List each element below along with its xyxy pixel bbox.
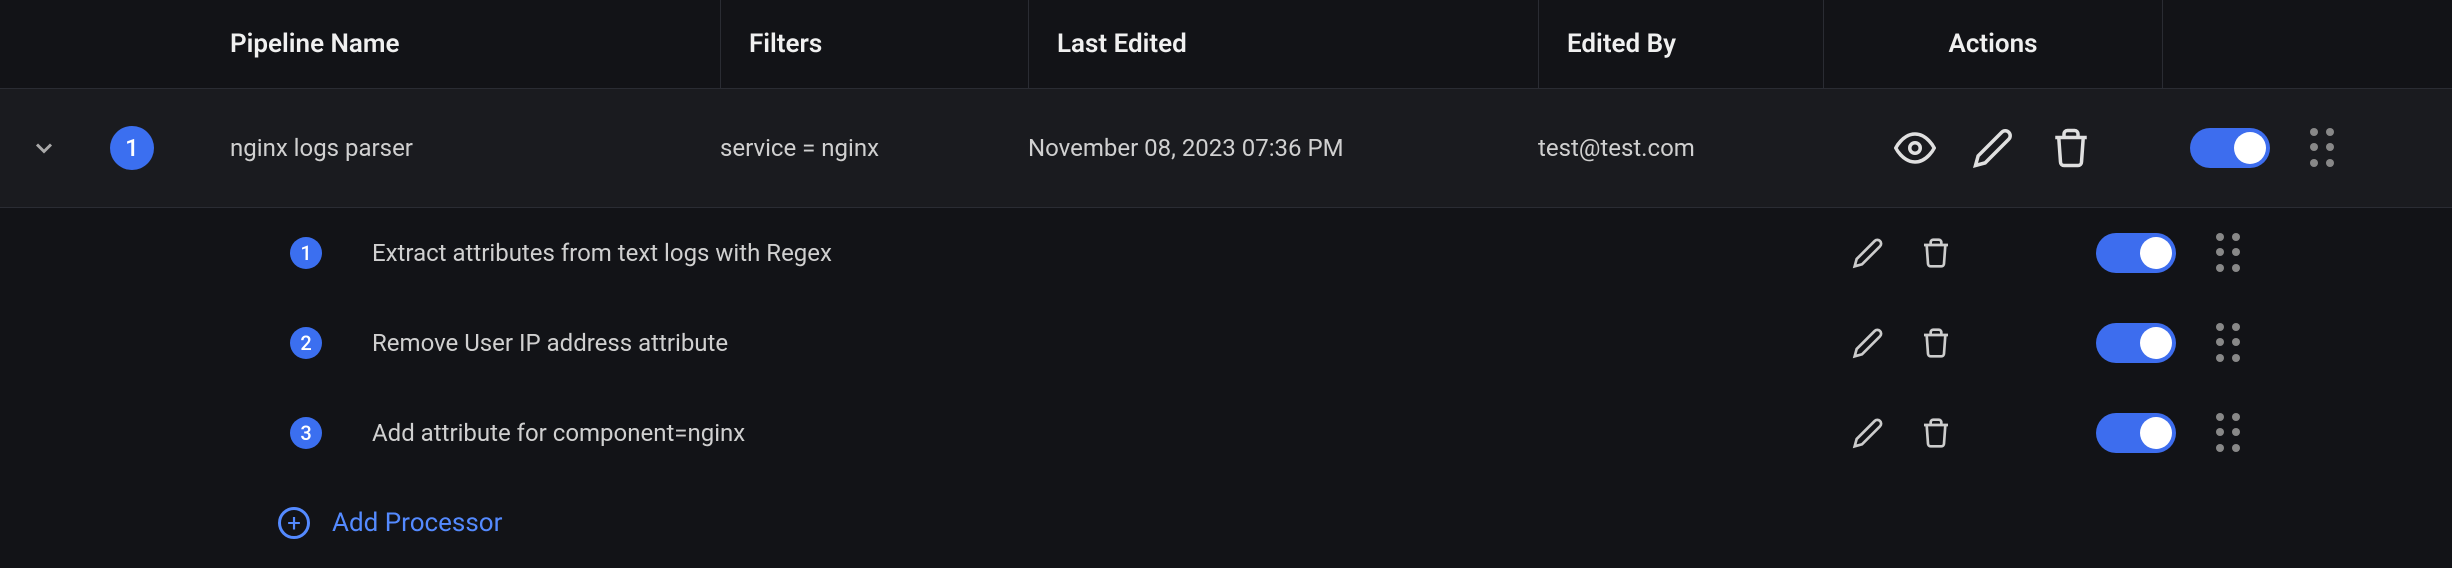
processor-row: 3 Add attribute for component=nginx (0, 388, 2452, 478)
pipeline-edited-by: test@test.com (1538, 134, 1823, 162)
processor-drag-handle[interactable] (2216, 323, 2242, 363)
processor-drag-handle[interactable] (2216, 233, 2242, 273)
add-processor-button[interactable]: + Add Processor (0, 478, 2452, 568)
processor-row: 2 Remove User IP address attribute (0, 298, 2452, 388)
pipeline-actions (1823, 127, 2163, 169)
edit-icon (1852, 237, 1884, 269)
edit-icon (1972, 127, 2014, 169)
column-header-edited-by: Edited By (1538, 0, 1823, 88)
processor-actions (1852, 417, 1972, 449)
processor-index-badge: 1 (290, 237, 322, 269)
column-header-filters: Filters (720, 0, 1028, 88)
pipeline-last-edited: November 08, 2023 07:36 PM (1028, 134, 1538, 162)
processor-row: 1 Extract attributes from text logs with… (0, 208, 2452, 298)
trash-icon (1920, 417, 1952, 449)
processor-enable-toggle[interactable] (2096, 323, 2176, 363)
pipeline-drag-handle[interactable] (2310, 128, 2336, 168)
trash-icon (1920, 327, 1952, 359)
pipeline-name: nginx logs parser (230, 134, 720, 162)
processor-name: Add attribute for component=nginx (372, 419, 1852, 447)
expand-toggle[interactable] (30, 134, 58, 162)
processor-name: Extract attributes from text logs with R… (372, 239, 1852, 267)
edit-icon (1852, 327, 1884, 359)
edit-button[interactable] (1852, 327, 1884, 359)
processor-actions (1852, 327, 1972, 359)
trash-icon (2050, 127, 2092, 169)
pipeline-filters: service = nginx (720, 134, 1028, 162)
chevron-down-icon (30, 134, 58, 162)
pipeline-row: 1 nginx logs parser service = nginx Nove… (0, 88, 2452, 208)
table-header: Pipeline Name Filters Last Edited Edited… (0, 0, 2452, 88)
column-header-actions: Actions (1823, 0, 2163, 88)
add-processor-label: Add Processor (332, 508, 502, 538)
edit-button[interactable] (1852, 237, 1884, 269)
processor-name: Remove User IP address attribute (372, 329, 1852, 357)
processor-enable-toggle[interactable] (2096, 233, 2176, 273)
processor-index-badge: 2 (290, 327, 322, 359)
eye-icon (1894, 127, 1936, 169)
processor-drag-handle[interactable] (2216, 413, 2242, 453)
delete-button[interactable] (1920, 237, 1952, 269)
column-header-name: Pipeline Name (230, 29, 720, 59)
processor-enable-toggle[interactable] (2096, 413, 2176, 453)
processor-index-badge: 3 (290, 417, 322, 449)
delete-button[interactable] (1920, 327, 1952, 359)
delete-button[interactable] (2050, 127, 2092, 169)
pipeline-enable-toggle[interactable] (2190, 128, 2270, 168)
edit-icon (1852, 417, 1884, 449)
plus-circle-icon: + (278, 507, 310, 539)
processor-actions (1852, 237, 1972, 269)
view-button[interactable] (1894, 127, 1936, 169)
delete-button[interactable] (1920, 417, 1952, 449)
column-header-last-edited: Last Edited (1028, 0, 1538, 88)
edit-button[interactable] (1972, 127, 2014, 169)
trash-icon (1920, 237, 1952, 269)
edit-button[interactable] (1852, 417, 1884, 449)
pipeline-index-badge: 1 (110, 126, 154, 170)
